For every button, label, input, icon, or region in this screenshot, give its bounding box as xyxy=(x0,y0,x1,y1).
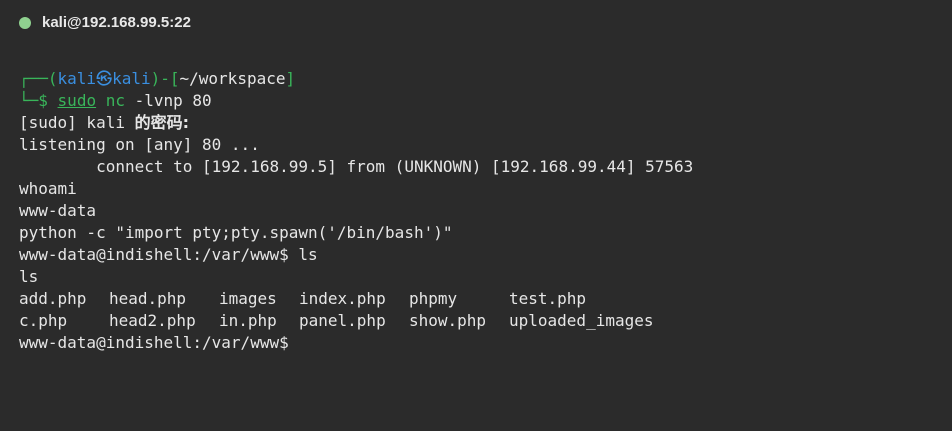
prompt-host: kali xyxy=(112,69,151,88)
ls-file: head.php xyxy=(109,289,187,308)
prompt-frame: ┌──( xyxy=(19,69,58,88)
command-nc: nc xyxy=(105,91,125,110)
shell-prompt-ls: www-data@indishell:/var/www$ ls xyxy=(19,245,318,264)
listening-line: listening on [any] 80 ... xyxy=(19,135,260,154)
terminal-output[interactable]: ┌──(kali㉿kali)-[~/workspace] └─$ sudo nc… xyxy=(19,68,939,354)
ls-file: index.php xyxy=(299,289,386,308)
command-line: └─$ sudo nc -lvnp 80 xyxy=(19,90,939,112)
whoami-output: www-data xyxy=(19,201,97,220)
ls-file: phpmy xyxy=(409,289,458,308)
connection-status-icon xyxy=(19,17,31,29)
ls-file: uploaded_images xyxy=(509,311,654,330)
sudo-prefix: [sudo] kali xyxy=(19,113,135,132)
ls-file: c.php xyxy=(19,311,68,330)
prompt-user: kali xyxy=(57,69,97,88)
ls-output-row: c.php head2.php in.php panel.php show.ph… xyxy=(19,310,939,332)
ls-echo: ls xyxy=(19,267,39,286)
shell-prompt: www-data@indishell:/var/www$ xyxy=(19,333,289,352)
prompt-dollar: └─$ xyxy=(19,91,48,110)
ls-file: head2.php xyxy=(109,311,196,330)
sudo-password-label: 的密码: xyxy=(134,113,189,132)
prompt-frame: )-[ xyxy=(150,69,180,88)
whoami-command: whoami xyxy=(19,179,77,198)
title-bar: kali@192.168.99.5:22 xyxy=(0,0,952,48)
command-sudo: sudo xyxy=(57,91,97,110)
ls-file: show.php xyxy=(409,311,487,330)
ls-file: panel.php xyxy=(299,311,386,330)
ls-file: test.php xyxy=(509,289,587,308)
terminal-window: kali@192.168.99.5:22 ┌──(kali㉿kali)-[~/w… xyxy=(0,0,952,431)
prompt-at-icon: ㉿ xyxy=(96,69,113,88)
ls-output-row: add.php head.php images index.php phpmy … xyxy=(19,288,939,310)
ls-file: in.php xyxy=(219,311,277,330)
command-args: -lvnp 80 xyxy=(134,91,212,110)
window-title: kali@192.168.99.5:22 xyxy=(42,14,191,31)
ls-file: images xyxy=(219,289,277,308)
ls-file: add.php xyxy=(19,289,87,308)
prompt-header-line: ┌──(kali㉿kali)-[~/workspace] xyxy=(19,68,939,90)
prompt-cwd: ~/workspace xyxy=(179,69,286,88)
prompt-frame: ] xyxy=(285,69,296,88)
connect-line: connect to [192.168.99.5] from (UNKNOWN)… xyxy=(19,157,694,176)
python-pty-command: python -c "import pty;pty.spawn('/bin/ba… xyxy=(19,223,453,242)
sudo-password-prompt: [sudo] kali 的密码: xyxy=(19,112,939,134)
